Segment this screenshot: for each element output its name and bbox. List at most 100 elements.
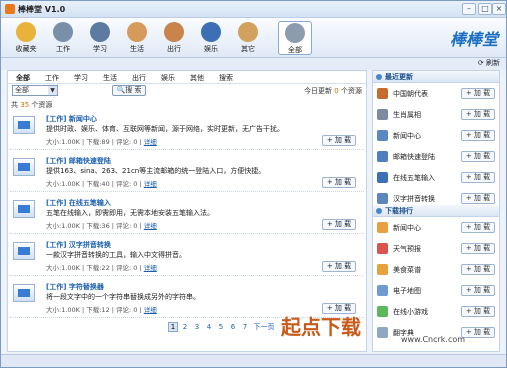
favorites-icon — [16, 22, 36, 42]
page-link[interactable]: 5 — [216, 323, 226, 331]
resource-name[interactable]: [工作] 在线五笔输入 — [46, 198, 111, 208]
toolbar-work[interactable]: 工作 — [46, 21, 80, 55]
side-item: 在线五笔输入 + 加 载 — [373, 169, 499, 187]
add-button[interactable]: + 加 载 — [461, 109, 495, 120]
side-item-name[interactable]: 在线五笔输入 — [393, 173, 435, 183]
add-button[interactable]: + 加 载 — [461, 222, 495, 233]
toolbar-other[interactable]: 其它 — [231, 21, 265, 55]
app-thumbnail-icon — [13, 200, 35, 218]
app-icon — [377, 109, 388, 120]
category-tab[interactable]: 工作 — [45, 73, 59, 83]
page-link[interactable]: 2 — [180, 323, 190, 331]
side-item-name[interactable]: 天气预报 — [393, 244, 421, 254]
refresh-button[interactable]: ⟳ 刷新 — [478, 58, 500, 68]
side-item-name[interactable]: 新闻中心 — [393, 223, 421, 233]
app-thumbnail-icon — [13, 242, 35, 260]
add-button[interactable]: + 加 载 — [461, 243, 495, 254]
add-button[interactable]: + 加 载 — [461, 88, 495, 99]
app-thumbnail-icon — [13, 284, 35, 302]
resource-desc: 五笔在线输入，即需即用，无需本地安装五笔输入法。 — [46, 209, 214, 217]
watermark: 起点下载 www.Cncrk.com — [281, 311, 501, 353]
detail-link[interactable]: 详细 — [144, 264, 157, 272]
app-icon — [377, 172, 388, 183]
side-item: 新闻中心 + 加 载 — [373, 127, 499, 145]
category-tab[interactable]: 全部 — [16, 73, 30, 83]
category-tab[interactable]: 搜索 — [219, 73, 233, 83]
add-button[interactable]: + 加 载 — [322, 135, 356, 146]
app-icon — [377, 222, 388, 233]
app-icon — [377, 193, 388, 204]
side-item-name[interactable]: 新闻中心 — [393, 131, 421, 141]
close-button[interactable]: × — [492, 3, 506, 15]
resource-name[interactable]: [工作] 新闻中心 — [46, 114, 97, 124]
side-item: 邮箱快速登陆 + 加 载 — [373, 148, 499, 166]
side-item-name[interactable]: 邮箱快速登陆 — [393, 152, 435, 162]
resource-meta-text: 大小:1.00K | 下载:12 | 评论: 0 | — [46, 306, 144, 314]
resource-name[interactable]: [工作] 邮箱快速登陆 — [46, 156, 111, 166]
toolbar-favorites[interactable]: 收藏夹 — [9, 21, 43, 55]
add-button[interactable]: + 加 载 — [322, 177, 356, 188]
toolbar-all[interactable]: 全部 — [278, 21, 312, 55]
page-link[interactable]: 3 — [192, 323, 202, 331]
today-update: 今日更新 0 个资源 — [304, 86, 362, 96]
side-item: 新闻中心 + 加 载 — [373, 219, 499, 237]
category-tabs: 全部 工作 学习 生活 出行 娱乐 其他 搜索 — [8, 71, 366, 84]
detail-link[interactable]: 详细 — [144, 180, 157, 188]
toolbar-entertainment[interactable]: 娱乐 — [194, 21, 228, 55]
side-item-name[interactable]: 中国朝代表 — [393, 89, 428, 99]
add-button[interactable]: + 加 载 — [461, 151, 495, 162]
refresh-label: 刷新 — [486, 59, 500, 67]
resource-meta-text: 大小:1.00K | 下载:22 | 评论: 0 | — [46, 264, 144, 272]
resource-meta: 大小:1.00K | 下载:36 | 评论: 0 | 详细 — [46, 220, 157, 230]
toolbar-travel[interactable]: 出行 — [157, 21, 191, 55]
resource-name[interactable]: [工作] 字符替换器 — [46, 282, 104, 292]
page-link[interactable]: 4 — [204, 323, 214, 331]
side-item-name[interactable]: 美食菜谱 — [393, 265, 421, 275]
resource-name[interactable]: [工作] 汉字拼音转换 — [46, 240, 111, 250]
page-link[interactable]: 下一页 — [252, 322, 276, 332]
add-button[interactable]: + 加 载 — [322, 261, 356, 272]
work-icon — [53, 22, 73, 42]
minimize-button[interactable]: – — [462, 3, 476, 15]
page-link[interactable]: 1 — [168, 322, 178, 332]
add-button[interactable]: + 加 载 — [461, 264, 495, 275]
category-select[interactable]: 全部 ▼ — [12, 85, 58, 96]
resource-desc: 将一段文字中的一个字符串替换成另外的字符串。 — [46, 293, 200, 301]
add-button[interactable]: + 加 载 — [461, 130, 495, 141]
resource-meta: 大小:1.00K | 下载:40 | 评论: 0 | 详细 — [46, 178, 157, 188]
category-tab[interactable]: 娱乐 — [161, 73, 175, 83]
resource-meta: 大小:1.00K | 下载:22 | 评论: 0 | 详细 — [46, 262, 157, 272]
resource-meta: 大小:1.00K | 下载:89 | 评论: 0 | 详细 — [46, 136, 157, 146]
detail-link[interactable]: 详细 — [144, 306, 157, 314]
app-thumbnail-icon — [13, 116, 35, 134]
study-icon — [90, 22, 110, 42]
resource-meta: 大小:1.00K | 下载:12 | 评论: 0 | 详细 — [46, 304, 157, 314]
side-item-name[interactable]: 电子地图 — [393, 286, 421, 296]
add-button[interactable]: + 加 载 — [461, 193, 495, 204]
maximize-button[interactable]: □ — [478, 3, 492, 15]
detail-link[interactable]: 详细 — [144, 138, 157, 146]
entertainment-icon — [201, 22, 221, 42]
category-tab[interactable]: 其他 — [190, 73, 204, 83]
side-item-name[interactable]: 汉字拼音转换 — [393, 194, 435, 204]
page-link[interactable]: 7 — [240, 323, 250, 331]
detail-link[interactable]: 详细 — [144, 222, 157, 230]
latest-updates-header: 最近更新 — [373, 71, 499, 83]
side-item: 生肖属相 + 加 载 — [373, 106, 499, 124]
search-button[interactable]: 🔍搜 索 — [112, 85, 146, 96]
page-link[interactable]: 6 — [228, 323, 238, 331]
travel-icon — [164, 22, 184, 42]
brand-logo: 棒棒堂 — [449, 30, 498, 49]
toolbar-life[interactable]: 生活 — [120, 21, 154, 55]
add-button[interactable]: + 加 载 — [322, 219, 356, 230]
pagination: 1 2 3 4 5 6 7 下一页 — [168, 322, 278, 332]
side-item-name[interactable]: 生肖属相 — [393, 110, 421, 120]
category-tab[interactable]: 出行 — [132, 73, 146, 83]
category-select-value: 全部 — [15, 86, 29, 94]
category-tab[interactable]: 生活 — [103, 73, 117, 83]
add-button[interactable]: + 加 载 — [461, 172, 495, 183]
category-tab[interactable]: 学习 — [74, 73, 88, 83]
add-button[interactable]: + 加 载 — [461, 285, 495, 296]
app-thumbnail-icon — [13, 158, 35, 176]
toolbar-study[interactable]: 学习 — [83, 21, 117, 55]
